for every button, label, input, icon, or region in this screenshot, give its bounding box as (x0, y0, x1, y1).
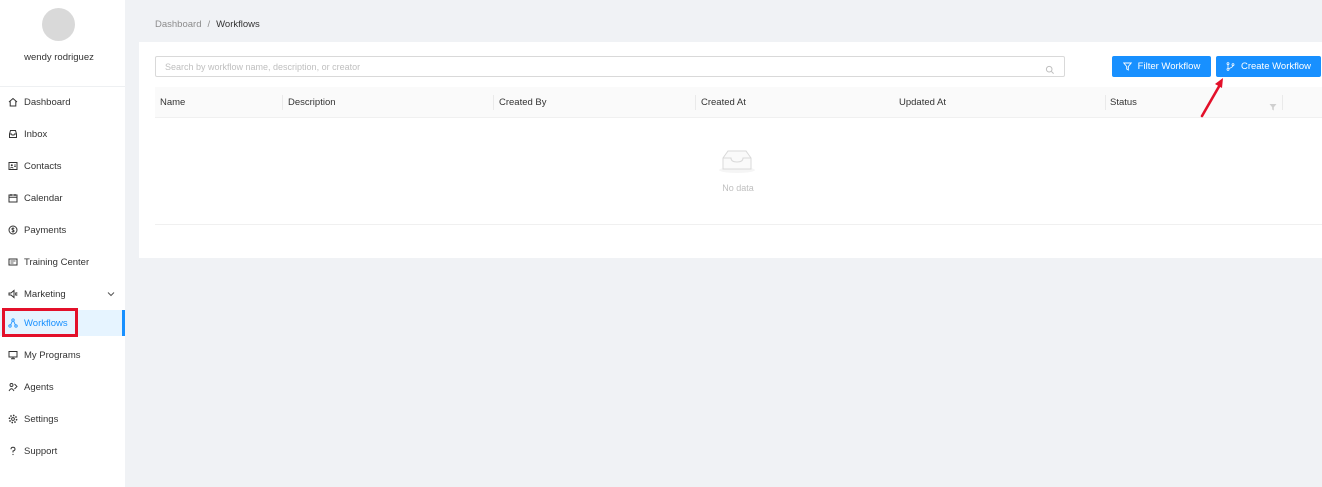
sidebar-item-label: Training Center (24, 256, 90, 268)
sidebar: wendy rodriguez Dashboard Inbox Contacts… (0, 0, 125, 487)
sidebar-item-my-programs[interactable]: My Programs (0, 342, 125, 368)
sidebar-item-label: Marketing (24, 288, 66, 300)
chevron-down-icon[interactable] (107, 289, 115, 300)
filter-workflow-label: Filter Workflow (1137, 61, 1201, 72)
avatar[interactable] (42, 8, 75, 41)
sidebar-divider (0, 86, 125, 87)
branch-icon (1226, 62, 1235, 71)
highlight-box-workflows (2, 308, 78, 337)
column-divider (1282, 95, 1283, 110)
search-input[interactable] (163, 60, 1027, 73)
breadcrumb: Dashboard / Workflows (155, 19, 260, 30)
table-bottom-border (155, 224, 1322, 225)
create-workflow-button[interactable]: Create Workflow (1216, 56, 1321, 77)
column-divider (1105, 95, 1106, 110)
sidebar-item-payments[interactable]: Payments (0, 217, 125, 243)
status-filter-icon[interactable] (1269, 98, 1277, 116)
agents-icon (8, 382, 18, 392)
calendar-icon (8, 193, 18, 203)
sidebar-item-training-center[interactable]: Training Center (0, 249, 125, 275)
home-icon (8, 97, 18, 107)
sidebar-item-label: My Programs (24, 349, 81, 361)
column-header-description[interactable]: Description (288, 87, 336, 118)
sidebar-item-support[interactable]: Support (0, 438, 125, 464)
search-icon[interactable] (1045, 62, 1055, 80)
breadcrumb-separator: / (207, 19, 211, 30)
sidebar-item-settings[interactable]: Settings (0, 406, 125, 432)
column-divider (282, 95, 283, 110)
sidebar-item-inbox[interactable]: Inbox (0, 121, 125, 147)
column-header-updated-at[interactable]: Updated At (899, 87, 946, 118)
sidebar-item-label: Settings (24, 413, 59, 425)
training-icon (8, 257, 18, 267)
column-divider (695, 95, 696, 110)
gear-icon (8, 414, 18, 424)
sidebar-item-dashboard[interactable]: Dashboard (0, 89, 125, 115)
user-name: wendy rodriguez (24, 52, 94, 63)
empty-state-text: No data (722, 183, 754, 193)
sidebar-item-contacts[interactable]: Contacts (0, 153, 125, 179)
monitor-icon (8, 350, 18, 360)
question-icon (8, 446, 18, 456)
sidebar-item-agents[interactable]: Agents (0, 374, 125, 400)
megaphone-icon (8, 289, 18, 299)
sidebar-item-label: Agents (24, 381, 54, 393)
search-field[interactable] (155, 56, 1065, 77)
sidebar-item-marketing[interactable]: Marketing (0, 281, 125, 307)
column-header-name[interactable]: Name (160, 87, 185, 118)
column-header-created-at[interactable]: Created At (701, 87, 746, 118)
breadcrumb-dashboard-link[interactable]: Dashboard (155, 19, 201, 30)
column-header-status[interactable]: Status (1110, 87, 1137, 118)
annotation-arrow (1195, 75, 1229, 126)
column-divider (493, 95, 494, 110)
empty-inbox-icon (718, 148, 756, 179)
filter-workflow-button[interactable]: Filter Workflow (1112, 56, 1211, 77)
topbar (139, 0, 1322, 42)
table-header: Name Description Created By Created At U… (155, 87, 1322, 118)
sidebar-item-label: Calendar (24, 192, 63, 204)
sidebar-item-label: Inbox (24, 128, 48, 140)
sidebar-item-label: Payments (24, 224, 67, 236)
dollar-circle-icon (8, 225, 18, 235)
sidebar-item-label: Dashboard (24, 96, 71, 108)
column-header-created-by[interactable]: Created By (499, 87, 547, 118)
filter-icon (1122, 62, 1132, 71)
create-workflow-label: Create Workflow (1240, 61, 1312, 72)
contacts-icon (8, 161, 18, 171)
breadcrumb-current: Workflows (216, 19, 260, 30)
sidebar-item-label: Contacts (24, 160, 62, 172)
sidebar-item-label: Support (24, 445, 58, 457)
inbox-icon (8, 129, 18, 139)
